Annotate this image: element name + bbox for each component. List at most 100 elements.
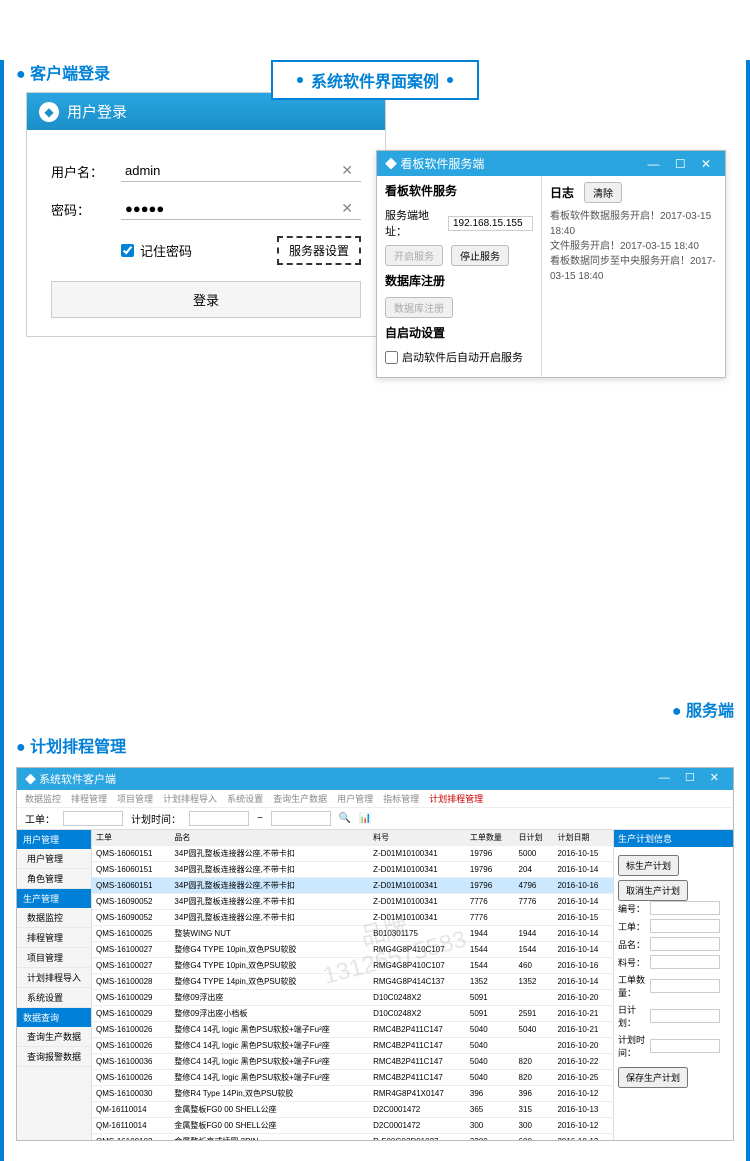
table-row[interactable]: QMS-16100030整修R4 Type 14Pin,双色PSU软胶RMR4G… (92, 1086, 613, 1102)
sidebar-item[interactable]: 查询报警数据 (17, 1047, 91, 1067)
table-row[interactable]: QMS-16100026整修C4 14孔 logic 黑色PSU软胶+端子Fu²… (92, 1038, 613, 1054)
table-row[interactable]: QMS-1609005234P圆孔整板连接器公座,不带卡扣Z-D01M10100… (92, 894, 613, 910)
column-header[interactable]: 品名 (170, 830, 369, 846)
detail-label: 工单数量： (618, 973, 650, 999)
column-header[interactable]: 料号 (369, 830, 466, 846)
db-register-button[interactable]: 数据库注册 (385, 297, 453, 318)
column-header[interactable]: 日计划 (515, 830, 554, 846)
server-settings-button[interactable]: 服务器设置 (277, 236, 361, 265)
menu-item[interactable]: 查询生产数据 (273, 792, 327, 805)
log-line: 看板数据同步至中央服务开启！2017-03-15 18:40 (550, 254, 717, 284)
schedule-detail-panel: 生产计划信息 标生产计划 取消生产计划 编号：工单：品名：料号：工单数量：日计划… (613, 830, 733, 1140)
username-label: 用户名： (51, 162, 121, 181)
sidebar-item[interactable]: 数据监控 (17, 908, 91, 928)
schedule-toolbar: 工单： 计划时间： ~ 🔍 📊 (17, 808, 733, 830)
minimize-icon[interactable]: — (653, 772, 676, 784)
autostart-label: 启动软件后自动开启服务 (402, 349, 523, 365)
close-icon[interactable]: ✕ (695, 157, 717, 171)
clear-username-icon[interactable]: ✕ (337, 162, 357, 179)
section-schedule-title: ● 计划排程管理 (16, 733, 734, 757)
menu-item[interactable]: 项目管理 (117, 792, 153, 805)
detail-input[interactable] (650, 937, 720, 951)
btn-save-plan[interactable]: 保存生产计划 (618, 1067, 688, 1088)
start-service-button[interactable]: 开启服务 (385, 245, 443, 266)
menu-item[interactable]: 排程管理 (71, 792, 107, 805)
btn-mark-plan[interactable]: 标生产计划 (618, 855, 679, 876)
table-row[interactable]: QMS-1609005234P圆孔整板连接器公座,不带卡扣Z-D01M10100… (92, 910, 613, 926)
table-row[interactable]: QMS-16100027整修G4 TYPE 10pin,双色PSU软胶RMG4G… (92, 958, 613, 974)
btn-cancel-plan[interactable]: 取消生产计划 (618, 880, 688, 901)
detail-label: 工单： (618, 920, 650, 933)
maximize-icon[interactable]: ☐ (679, 772, 701, 784)
table-row[interactable]: QMS-16100026整修C4 14孔 logic 黑色PSU软胶+端子Fu²… (92, 1070, 613, 1086)
close-icon[interactable]: ✕ (704, 772, 725, 784)
detail-input[interactable] (650, 1009, 720, 1023)
sidebar-item[interactable]: 用户管理 (17, 849, 91, 869)
remember-checkbox-wrap[interactable]: 记住密码 (121, 241, 192, 260)
table-row[interactable]: QMS-16100027整修G4 TYPE 10pin,双色PSU软胶RMG4G… (92, 942, 613, 958)
detail-input[interactable] (650, 979, 720, 993)
table-row[interactable]: QMS-1606015134P圆孔整板连接器公座,不带卡扣Z-D01M10100… (92, 878, 613, 894)
minimize-icon[interactable]: — (641, 157, 665, 171)
sidebar-item[interactable]: 排程管理 (17, 928, 91, 948)
password-input[interactable] (125, 201, 337, 216)
toolbar-date-input[interactable] (189, 811, 249, 826)
toolbar-order-input[interactable] (63, 811, 123, 826)
detail-label: 品名： (618, 938, 650, 951)
stop-service-button[interactable]: 停止服务 (451, 245, 509, 266)
table-row[interactable]: QMS-16100029整修09浮出座小档板D10C0248X250912591… (92, 1006, 613, 1022)
column-header[interactable]: 计划日期 (553, 830, 613, 846)
table-row[interactable]: QMS-1606015134P圆孔整板连接器公座,不带卡扣Z-D01M10100… (92, 846, 613, 862)
table-row[interactable]: QMS-16100102金属整板直式插圆 3PINR-F00G02D010273… (92, 1134, 613, 1141)
sidebar-item[interactable]: 角色管理 (17, 869, 91, 889)
menu-item[interactable]: 系统设置 (227, 792, 263, 805)
page-title-badge: 系统软件界面案例 (271, 60, 479, 100)
sidebar-item[interactable]: 计划排程导入 (17, 968, 91, 988)
table-row[interactable]: QMS-16100036整修C4 14孔 logic 黑色PSU软胶+端子Fu²… (92, 1054, 613, 1070)
autostart-checkbox[interactable] (385, 351, 398, 364)
menu-item[interactable]: 用户管理 (337, 792, 373, 805)
server-app-icon: ◆ (385, 157, 400, 171)
remember-checkbox[interactable] (121, 244, 134, 257)
db-heading: 数据库注册 (385, 272, 533, 291)
menu-item[interactable]: 计划排程管理 (429, 792, 483, 805)
menu-item[interactable]: 指标管理 (383, 792, 419, 805)
export-icon[interactable]: 📊 (359, 813, 371, 824)
username-input[interactable] (125, 163, 337, 178)
sidebar-item[interactable]: 查询生产数据 (17, 1027, 91, 1047)
schedule-title: 系统软件客户端 (39, 774, 116, 786)
sidebar-group-header[interactable]: 数据查询 (17, 1008, 91, 1027)
menu-item[interactable]: 数据监控 (25, 792, 61, 805)
schedule-menubar: 数据监控排程管理项目管理计划排程导入系统设置查询生产数据用户管理指标管理计划排程… (17, 790, 733, 808)
column-header[interactable]: 工单 (92, 830, 170, 846)
table-row[interactable]: QMS-16100028整修G4 TYPE 14pin,双色PSU软胶RMG4G… (92, 974, 613, 990)
detail-input[interactable] (650, 1039, 720, 1053)
sidebar-group-header[interactable]: 生产管理 (17, 889, 91, 908)
sidebar-item[interactable]: 项目管理 (17, 948, 91, 968)
sidebar-item[interactable]: 系统设置 (17, 988, 91, 1008)
table-row[interactable]: QMS-16100026整修C4 14孔 logic 黑色PSU软胶+端子Fu²… (92, 1022, 613, 1038)
detail-input[interactable] (650, 901, 720, 915)
table-row[interactable]: QMS-1606015134P圆孔整板连接器公座,不带卡扣Z-D01M10100… (92, 862, 613, 878)
column-header[interactable]: 工单数量 (466, 830, 515, 846)
search-icon[interactable]: 🔍 (339, 813, 351, 824)
autostart-checkbox-wrap[interactable]: 启动软件后自动开启服务 (385, 349, 533, 365)
detail-label: 料号： (618, 956, 650, 969)
login-submit-button[interactable]: 登录 (51, 281, 361, 318)
schedule-table[interactable]: 工单品名料号工单数量日计划计划日期QMS-1606015134P圆孔整板连接器公… (92, 830, 613, 1140)
detail-input[interactable] (650, 955, 720, 969)
server-addr-input[interactable] (448, 216, 533, 231)
detail-input[interactable] (650, 919, 720, 933)
table-row[interactable]: QMS-16100029整修09浮出座D10C0248X250912016-10… (92, 990, 613, 1006)
sidebar-group-header[interactable]: 用户管理 (17, 830, 91, 849)
detail-label: 日计划： (618, 1003, 650, 1029)
clear-password-icon[interactable]: ✕ (337, 200, 357, 217)
maximize-icon[interactable]: ☐ (669, 157, 692, 171)
menu-item[interactable]: 计划排程导入 (163, 792, 217, 805)
server-window: ◆ 看板软件服务端 — ☐ ✕ 看板软件服务 服务端地址： 开启服务 停止服务 … (376, 150, 726, 378)
table-row[interactable]: QM-16110014金属整板FG0 00 SHELL公座D2C00014723… (92, 1102, 613, 1118)
clear-log-button[interactable]: 清除 (584, 182, 622, 203)
toolbar-date-input2[interactable] (271, 811, 331, 826)
table-row[interactable]: QMS-16100025整装WING NUTB01030117519441944… (92, 926, 613, 942)
table-row[interactable]: QM-16110014金属整板FG0 00 SHELL公座D2C00014723… (92, 1118, 613, 1134)
